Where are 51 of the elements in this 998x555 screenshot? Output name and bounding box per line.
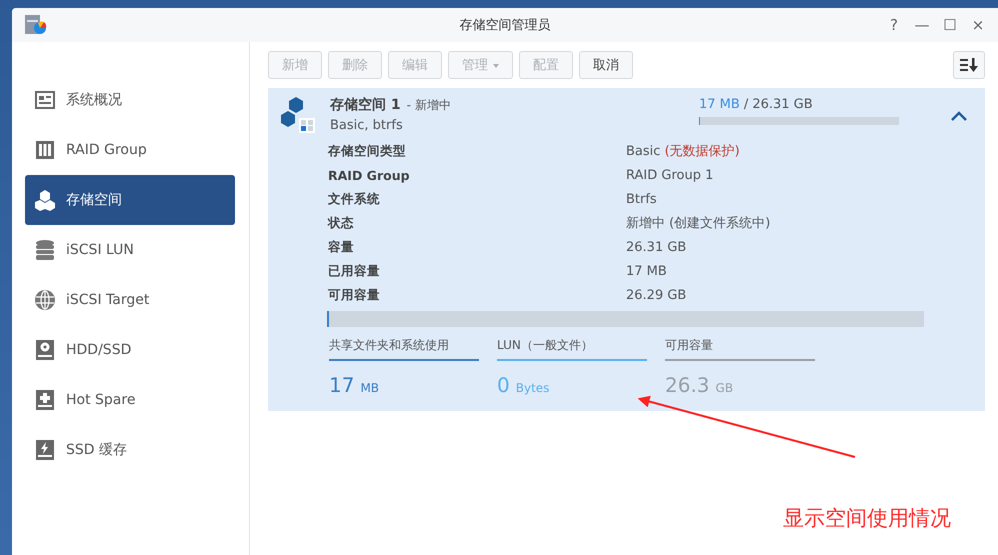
volume-status: - 新增中 [406,97,451,114]
segment-label: LUN（一般文件） [497,337,594,354]
detail-value: 新增中 (创建文件系统中) [626,215,772,232]
drive-bays-icon [35,140,55,160]
segment-label: 共享文件夹和系统使用 [329,337,450,354]
disk-plus-icon [35,389,55,411]
database-icon [35,239,55,261]
disk-bolt-icon [35,439,55,461]
toolbar-button[interactable]: 取消 [579,51,633,79]
minimize-button[interactable]: — [910,16,934,34]
segment-size: 17 MB [329,373,380,397]
sidebar-item[interactable]: iSCSI Target [25,275,235,325]
detail-value: Basic (无数据保护) [626,143,741,160]
cubes-icon [280,96,316,134]
detail-label: 可用容量 [328,286,381,304]
detail-value: 26.29 GB [626,288,688,302]
id-card-icon [35,91,55,109]
sort-icon [960,57,978,73]
window-title: 存储空间管理员 [460,17,550,34]
sidebar-item[interactable]: 存储空间 [25,175,235,225]
segment-size: 0 Bytes [497,373,550,397]
detail-value: Btrfs [626,192,658,206]
close-button[interactable]: × [966,16,990,34]
sidebar-item[interactable]: SSD 缓存 [25,425,235,475]
sidebar-item[interactable]: HDD/SSD [25,325,235,375]
sidebar-item[interactable]: iSCSI LUN [25,225,235,275]
detail-label: 文件系统 [328,190,381,208]
sort-button[interactable] [953,51,985,79]
detail-value: 26.31 GB [626,240,688,254]
detail-label: 容量 [328,238,355,256]
detail-label: 状态 [328,214,355,232]
sidebar-item[interactable]: RAID Group [25,125,235,175]
help-button[interactable]: ? [882,16,906,34]
detail-label: RAID Group [328,168,411,182]
total-size: / 26.31 GB [744,97,813,112]
segment-label: 可用容量 [665,337,714,354]
annotation-text: 显示空间使用情况 [783,505,951,532]
volume-title: 存储空间 1 [330,96,401,114]
detail-value: RAID Group 1 [626,168,714,182]
detail-value: 17 MB [626,264,668,278]
globe-icon [34,289,56,311]
volume-subtitle: Basic, btrfs [330,118,404,133]
sidebar-item[interactable]: 系统概况 [25,75,235,125]
detail-label: 存储空间类型 [328,142,407,160]
segment-size: 26.3 GB [665,373,734,397]
used-size: 17 MB [699,97,740,112]
app-logo-icon [24,14,48,36]
sidebar-item[interactable]: Hot Spare [25,375,235,425]
maximize-button[interactable]: ☐ [938,16,962,34]
detail-label: 已用容量 [328,262,381,280]
cubes-icon [34,189,56,211]
